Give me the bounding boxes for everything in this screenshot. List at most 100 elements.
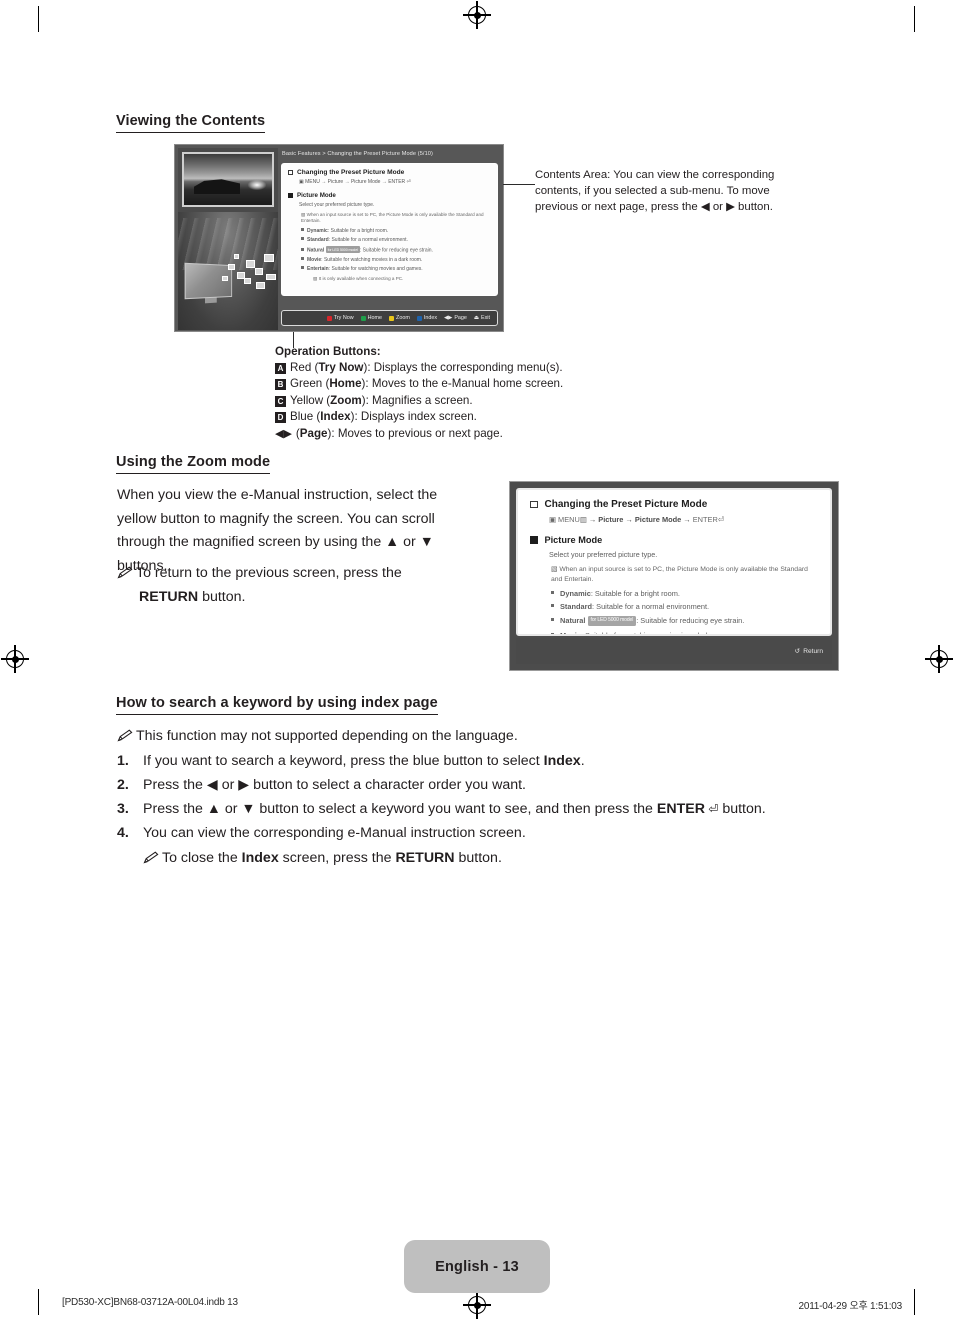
operation-button-zoom: C Yellow (Zoom): Magnifies a screen. — [275, 393, 605, 409]
closing-note-pre: To close the — [162, 850, 242, 866]
registration-mark-left — [1, 645, 29, 673]
list-bullet-icon — [301, 266, 304, 270]
picture-mode-name: Movie — [307, 257, 322, 264]
heading-index-search: How to search a keyword by using index p… — [116, 695, 438, 715]
color-key-icon: B — [275, 379, 286, 391]
picture-mode-desc: : Suitable for a bright room. — [590, 588, 680, 598]
operation-buttons-title: Operation Buttons: — [275, 345, 381, 358]
opbar-zoom[interactable]: Zoom — [389, 315, 410, 321]
index-search-steps: 1. If you want to search a keyword, press… — [117, 749, 827, 845]
color-key-icon: D — [275, 411, 286, 423]
zoom-picture-mode-item: Natural for LED 5000 model: Suitable for… — [551, 615, 818, 626]
opbar-label: Exit — [481, 315, 490, 321]
zoom-title: Changing the Preset Picture Mode — [544, 499, 708, 510]
color-key-icon — [360, 315, 366, 321]
note-square-icon: ▧ — [551, 566, 558, 573]
solid-square-icon — [530, 536, 538, 544]
opbar-page[interactable]: ◀▶ Page — [444, 315, 467, 321]
picture-mode-item: Dynamic: Suitable for a bright room. — [301, 228, 491, 234]
opbar-label: Index — [423, 315, 438, 321]
picture-mode-name: Standard — [307, 237, 329, 244]
list-bullet-icon — [301, 257, 304, 261]
operation-button-index: D Blue (Index): Displays index screen. — [275, 409, 605, 425]
open-square-icon — [288, 170, 293, 175]
breadcrumb: Basic Features > Changing the Preset Pic… — [282, 151, 433, 157]
operation-buttons-legend: A Red (Try Now): Displays the correspondi… — [275, 360, 605, 442]
tv-screenshot-zoom-mode: Changing the Preset Picture Mode ▣ MENU▥… — [509, 481, 839, 671]
menu-path-enter: ENTER — [692, 515, 718, 524]
zoom-menu-path: ▣ MENU▥ → Picture → Picture Mode → ENTER… — [549, 515, 818, 524]
color-key-icon — [389, 315, 395, 321]
operation-button-bar[interactable]: Try Now Home Zoom Index ◀▶ Page ⏏ Exit — [281, 310, 498, 326]
zoom-subtitle-row: Picture Mode — [530, 535, 818, 545]
model-badge: for LED 5000 model — [587, 615, 637, 626]
crop-mark-bl-v — [38, 1289, 40, 1315]
operation-button-text: Yellow (Zoom): Magnifies a screen. — [290, 393, 473, 407]
opbar-label: Home — [367, 315, 383, 321]
left-right-arrow-icon: ◀▶ — [275, 427, 292, 440]
zoom-mode-note: To return to the previous screen, press … — [117, 562, 462, 609]
picture-mode-desc: : Suitable for watching movies in a dark… — [580, 630, 731, 636]
return-button[interactable]: ↺ Return — [794, 647, 823, 656]
step-item: 4. You can view the corresponding e-Manua… — [117, 822, 827, 845]
step-keyword: Index — [543, 753, 581, 769]
list-bullet-icon — [301, 228, 304, 231]
menu-path-icon: ▣ — [549, 515, 556, 524]
pencil-note-icon — [117, 566, 133, 579]
picture-mode-name: Natural — [560, 615, 586, 625]
picture-mode-item: Standard: Suitable for a normal environm… — [301, 237, 491, 243]
zoom-picture-mode-item: Movie: Suitable for watching movies in a… — [551, 630, 818, 636]
picture-mode-item: Natural for LED 5000 model: Suitable for… — [301, 246, 491, 254]
exit-icon: ⏏ — [473, 315, 479, 321]
list-bullet-icon — [301, 237, 304, 241]
operation-button-page: ◀▶ (Page): Moves to previous or next page… — [275, 426, 605, 442]
step-text: If you want to search a keyword, press t… — [143, 753, 585, 769]
contents-title-row: Changing the Preset Picture Mode — [288, 169, 491, 176]
opbar-label: Page — [454, 315, 467, 321]
footer-timestamp: 2011-04-29 오후 1:51:03 — [798, 1301, 902, 1312]
picture-mode-desc: : Suitable for watching movies and games… — [328, 266, 423, 273]
footer-file-name: [PD530-XC]BN68-03712A-00L04.indb 13 — [62, 1297, 238, 1308]
index-closing-note: To close the Index screen, press the RET… — [143, 847, 843, 871]
step-item: 2. Press the ◀ or ▶ button to select a ch… — [117, 774, 827, 797]
contents-area: Changing the Preset Picture Mode ▣ MENU … — [281, 163, 498, 296]
step-text: You can view the corresponding e-Manual … — [143, 825, 526, 841]
floating-app-icons — [222, 250, 278, 304]
step-number: 4. — [117, 825, 129, 841]
list-bullet-icon — [551, 590, 554, 594]
picture-mode-desc: : Suitable for reducing eye strain. — [636, 615, 745, 625]
picture-mode-item: Entertain: Suitable for watching movies … — [301, 266, 491, 272]
operation-button-text: (Page): Moves to previous or next page. — [295, 426, 503, 440]
heading-using-the-zoom-mode: Using the Zoom mode — [116, 454, 271, 474]
menu-path-text: → Picture → Picture Mode → — [586, 515, 693, 524]
contents-sub-desc: Select your preferred picture type. — [299, 202, 375, 208]
enter-key-icon: ⏎ — [717, 515, 725, 524]
step-keyword: ENTER — [656, 801, 705, 817]
opbar-exit[interactable]: ⏏ Exit — [474, 315, 490, 321]
list-bullet-icon — [551, 617, 554, 621]
picture-mode-desc: : Suitable for reducing eye strain. — [359, 247, 433, 254]
registration-mark-bottom — [463, 1291, 491, 1319]
closing-note-post: button. — [454, 850, 502, 866]
contents-title: Changing the Preset Picture Mode — [297, 169, 405, 176]
list-bullet-icon — [301, 247, 304, 251]
picture-mode-name: Dynamic — [307, 228, 328, 234]
menu-path-pre: MENU — [558, 515, 580, 524]
opbar-try-now[interactable]: Try Now — [326, 315, 354, 321]
operation-button-text: Blue (Index): Displays index screen. — [290, 410, 477, 424]
zoom-title-row: Changing the Preset Picture Mode — [530, 499, 818, 510]
picture-mode-name: Dynamic — [560, 588, 591, 598]
opbar-home[interactable]: Home — [360, 315, 383, 321]
step-number: 1. — [117, 753, 129, 769]
opbar-index[interactable]: Index — [416, 315, 438, 321]
model-badge: for LED 5000 model — [325, 246, 360, 254]
menu-path: ▣ MENU → Picture → Picture Mode → ENTER … — [299, 179, 491, 185]
return-label: Return — [803, 647, 823, 655]
registration-mark-top — [463, 1, 491, 29]
return-arrow-icon: ↺ — [794, 648, 801, 655]
contents-subnote: ▧ It is only available when connecting a… — [313, 276, 491, 282]
zoom-subtitle: Picture Mode — [544, 535, 603, 545]
operation-button-text: Red (Try Now): Displays the correspondin… — [290, 361, 563, 374]
step-text: Press the ▲ or ▼ button to select a keyw… — [143, 801, 766, 817]
tv-screenshot-contents: Basic Features > Changing the Preset Pic… — [174, 144, 504, 332]
